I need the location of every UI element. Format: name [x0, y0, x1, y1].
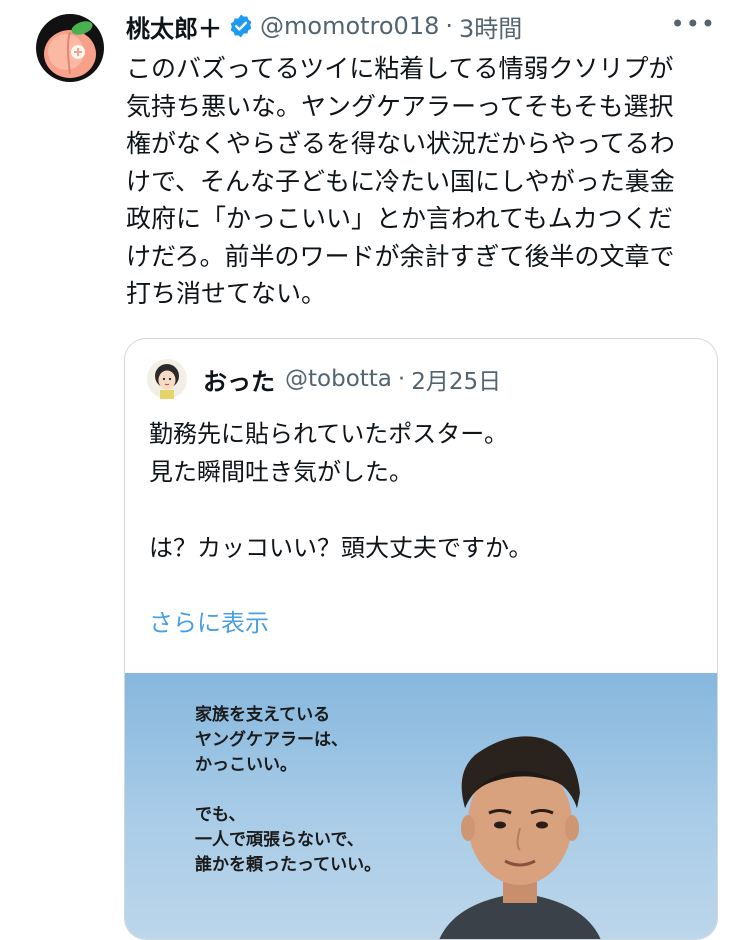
show-more-link[interactable]: さらに表示: [149, 603, 269, 638]
tweet-text-line: このバズってるツイに粘着してる情弱クソリプが: [126, 54, 674, 83]
poster-line: かっこいい。: [195, 755, 297, 775]
poster-line: 家族を支えている: [195, 705, 331, 725]
quoted-text-line: 見た瞬間吐き気がした。: [149, 458, 413, 486]
poster-text: 家族を支えている ヤングケアラーは、 かっこいい。 でも、 一人で頑張らないで、…: [195, 703, 381, 878]
more-dots-icon[interactable]: •••: [671, 10, 716, 38]
quoted-author-handle: @tobotta: [285, 366, 392, 392]
poster-line: 誰かを頼ったっていい。: [195, 855, 382, 875]
tweet-time[interactable]: 3時間: [459, 9, 522, 44]
tweet-text-line: 打ち消せてない。: [126, 279, 327, 308]
quoted-tweet-text: 勤務先に貼られていたポスター。 見た瞬間吐き気がした。 は？カッコいい？頭大丈夫…: [149, 415, 699, 567]
poster-line: ヤングケアラーは、: [195, 730, 348, 750]
quoted-text-line: 勤務先に貼られていたポスター。: [149, 420, 509, 448]
quoted-tweet-card[interactable]: おった @tobotta · 2月25日 勤務先に貼られていたポスター。 見た瞬…: [124, 338, 718, 940]
separator-dot: ·: [445, 12, 454, 40]
tweet-text-line: 気持ち悪いな。ヤングケアラーってそもそも選択: [126, 91, 674, 121]
poster-person-photo: [439, 736, 601, 939]
quoted-text-line: [149, 491, 699, 529]
quoted-tweet-date: 2月25日: [411, 369, 502, 395]
poster-line: [195, 778, 381, 803]
tweet-text-line: 政府に「かっこいい」とか言われてもムカつくだ: [126, 204, 673, 233]
tweet-header: 桃太郎＋ @momotro018 · 3時間: [126, 8, 522, 44]
quoted-author-name: おった: [203, 367, 275, 396]
tweet-text-line: けだろ。前半のワードが余計すぎて後半の文章で: [126, 241, 675, 271]
author-avatar[interactable]: [36, 14, 104, 82]
verified-badge-icon: [230, 14, 252, 38]
quoted-tweet-header: おった @tobotta · 2月25日: [203, 361, 501, 397]
poster-image[interactable]: 家族を支えている ヤングケアラーは、 かっこいい。 でも、 一人で頑張らないで、…: [125, 673, 717, 939]
author-name[interactable]: 桃太郎＋: [126, 9, 222, 44]
tweet-text: このバズってるツイに粘着してる情弱クソリプが 気持ち悪いな。ヤングケアラーってそ…: [126, 50, 716, 313]
tweet-text-line: 権がなくやらざるを得ない状況だからやってるわ: [126, 129, 675, 158]
author-handle[interactable]: @momotro018: [260, 12, 439, 40]
quoted-text-line: は？カッコいい？頭大丈夫ですか。: [149, 534, 533, 562]
separator-dot: ·: [397, 366, 406, 392]
quoted-author-avatar[interactable]: [147, 359, 187, 399]
poster-line: でも、: [195, 805, 246, 825]
poster-line: 一人で頑張らないで、: [195, 830, 364, 850]
tweet-text-line: けで、そんな子どもに冷たい国にしやがった裏金: [126, 166, 675, 196]
